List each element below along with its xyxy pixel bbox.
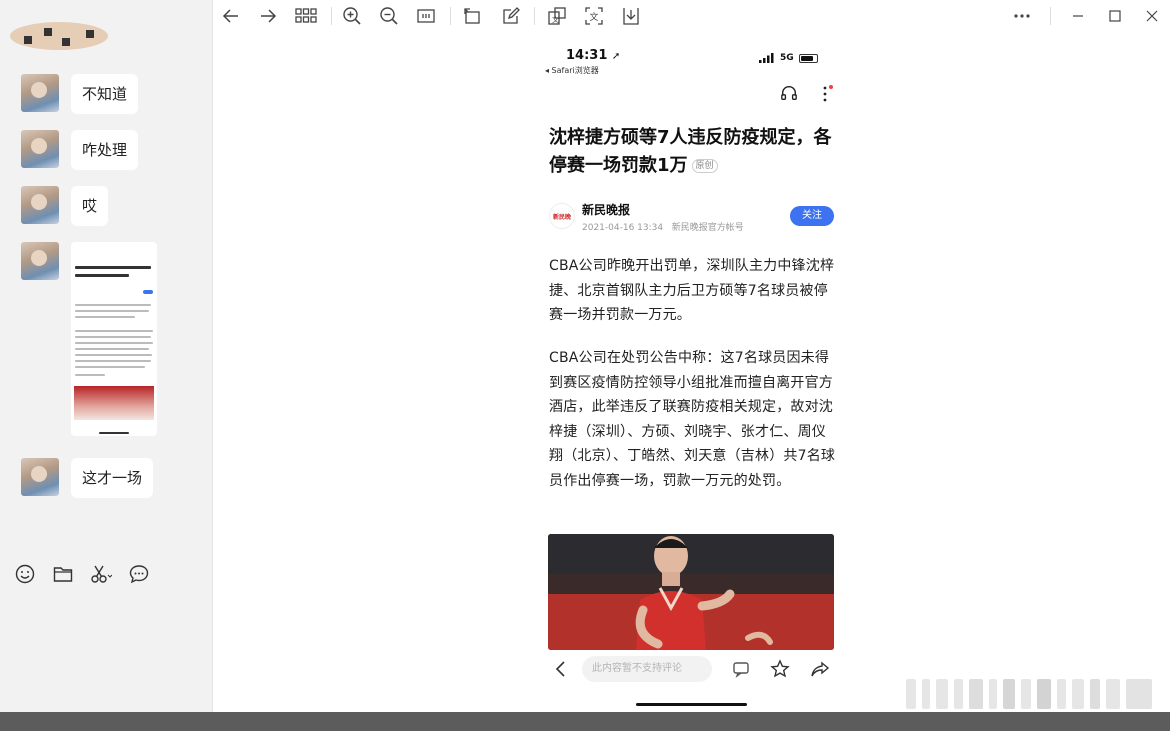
watermark — [906, 679, 1152, 711]
maximize-icon[interactable] — [1104, 5, 1126, 27]
comment-input: 此内容暂不支持评论 — [582, 656, 712, 682]
message-bubble[interactable]: 不知道 — [71, 74, 139, 114]
follow-button: 关注 — [790, 206, 834, 226]
status-time: 14:31 ➚ — [566, 48, 621, 63]
phone-screenshot: 14:31 ➚ ◂ Safari浏览器 5G 沈梓捷方硕等7人违反防疫规定，各停… — [537, 40, 847, 712]
edit-icon[interactable] — [500, 5, 522, 27]
fit-width-icon[interactable] — [415, 5, 437, 27]
original-tag: 原创 — [691, 159, 718, 173]
message-bubble[interactable]: 咋处理 — [71, 130, 139, 170]
more-icon[interactable] — [1011, 5, 1033, 27]
forward-arrow-icon[interactable] — [257, 5, 279, 27]
screenshot-thumbnail[interactable] — [71, 242, 157, 436]
svg-text:文: 文 — [552, 15, 559, 24]
viewer-toolbar: 文 文 — [214, 0, 1170, 32]
chat-message[interactable]: 这才一场 — [21, 458, 154, 498]
folder-icon[interactable] — [52, 563, 74, 585]
scissors-icon[interactable] — [90, 563, 112, 585]
back-to-app: ◂ Safari浏览器 — [545, 66, 599, 75]
article-paragraph: CBA公司在处罚公告中称：这7名球员因未得到赛区疫情防控领导小组批准而擅自离开官… — [549, 350, 836, 489]
comment-icon — [731, 659, 751, 679]
download-icon[interactable] — [620, 5, 642, 27]
signal-icon — [759, 53, 774, 63]
article-photo — [548, 534, 834, 650]
article-paragraph: CBA公司昨晚开出罚单，深圳队主力中锋沈梓捷、北京首钢队主力后卫方硕等7名球员被… — [549, 258, 835, 323]
headphones-icon — [780, 84, 800, 104]
ocr-icon[interactable]: 文 — [583, 5, 605, 27]
article-title: 沈梓捷方硕等7人违反防疫规定，各停赛一场罚款1万 原创 — [549, 127, 832, 176]
chat-message[interactable]: 不知道 — [21, 74, 139, 114]
minimize-icon[interactable] — [1067, 5, 1089, 27]
zoom-out-icon[interactable] — [378, 5, 400, 27]
back-arrow-icon[interactable] — [220, 5, 242, 27]
author-meta: 2021-04-16 13:34 新民晚报官方帐号 — [582, 223, 744, 233]
avatar[interactable] — [21, 74, 59, 112]
thumbnail-photo — [74, 386, 154, 420]
message-bubble[interactable]: 这才一场 — [71, 458, 154, 498]
author-logo: 新民晚 — [549, 203, 575, 229]
star-icon — [770, 659, 790, 679]
message-bubble[interactable]: 哎 — [71, 186, 109, 226]
emoji-icon[interactable] — [14, 563, 36, 585]
more-vertical-icon — [821, 84, 833, 104]
article-bottom-bar: 此内容暂不支持评论 — [537, 652, 847, 686]
close-icon[interactable] — [1141, 5, 1163, 27]
chat-bubble-icon[interactable] — [128, 563, 150, 585]
avatar[interactable] — [21, 130, 59, 168]
rotate-icon[interactable] — [461, 5, 483, 27]
chat-input-toolbar — [14, 563, 150, 585]
app-window: 不知道 咋处理 哎 这才一场 文 文 14:31 ➚ ◂ Safari浏览器 5… — [0, 0, 1170, 731]
share-icon — [810, 659, 830, 679]
back-chevron-icon — [551, 659, 571, 679]
avatar[interactable] — [21, 458, 59, 496]
svg-text:文: 文 — [590, 11, 599, 23]
chat-contact-name-blurred — [10, 16, 110, 54]
taskbar — [0, 712, 1170, 731]
chat-panel: 不知道 咋处理 哎 这才一场 — [0, 0, 213, 712]
zoom-in-icon[interactable] — [341, 5, 363, 27]
avatar[interactable] — [21, 186, 59, 224]
chat-message-image[interactable] — [21, 242, 157, 436]
battery-icon — [798, 53, 818, 63]
grid-icon[interactable] — [294, 5, 318, 27]
author-name: 新民晚报 — [582, 203, 631, 217]
home-indicator — [636, 703, 747, 706]
chat-message[interactable]: 哎 — [21, 186, 109, 226]
extract-text-icon[interactable]: 文 — [546, 5, 568, 27]
avatar[interactable] — [21, 242, 59, 280]
network-label: 5G — [780, 53, 794, 63]
chat-message[interactable]: 咋处理 — [21, 130, 139, 170]
status-indicators: 5G — [759, 53, 818, 63]
